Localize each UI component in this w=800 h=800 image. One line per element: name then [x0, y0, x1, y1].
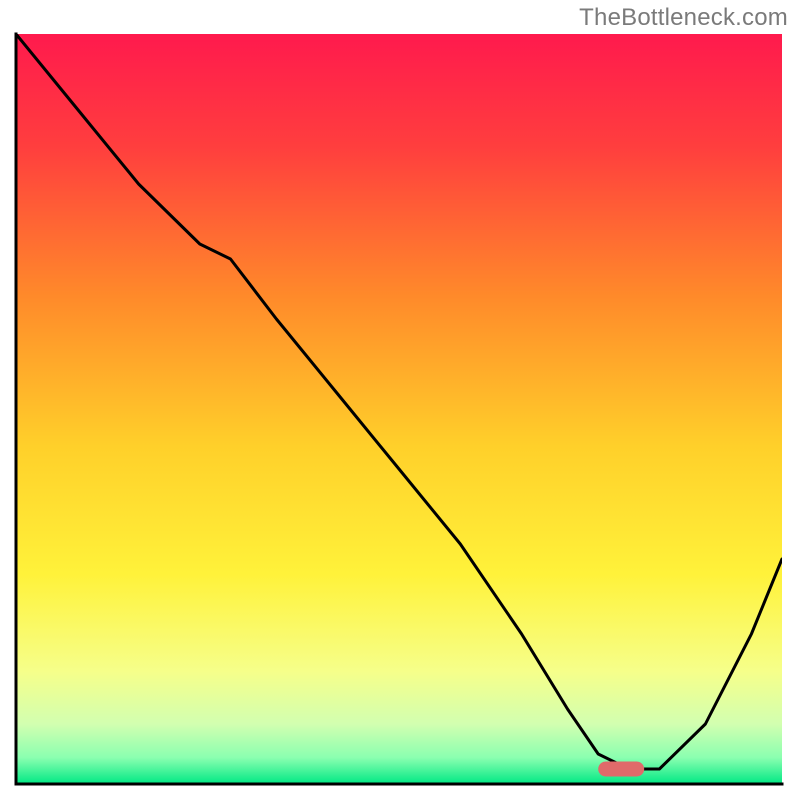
- bottleneck-chart: [0, 0, 800, 800]
- chart-container: TheBottleneck.com: [0, 0, 800, 800]
- optimal-marker: [598, 762, 644, 777]
- gradient-background: [16, 34, 782, 784]
